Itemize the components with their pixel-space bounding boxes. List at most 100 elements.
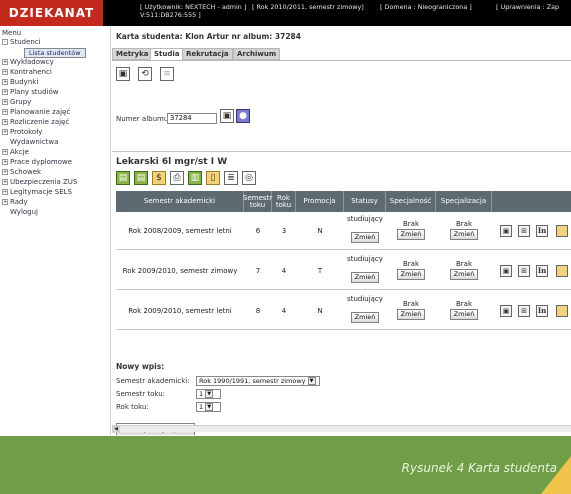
col-promocja[interactable]: Promocja bbox=[296, 191, 344, 212]
sidebar-item-grupy[interactable]: + Grupy bbox=[2, 98, 31, 107]
structure-icon[interactable]: ⊞ bbox=[518, 225, 530, 237]
clipboard-icon[interactable] bbox=[556, 305, 568, 317]
chevron-down-icon[interactable]: ▼ bbox=[307, 377, 316, 385]
col-semestr-akademicki[interactable]: Semestr akademicki bbox=[116, 191, 244, 212]
list-icon[interactable]: ≡ bbox=[160, 67, 174, 81]
clipboard-icon[interactable] bbox=[556, 265, 568, 277]
semestr-akademicki-select[interactable]: Rok 1990/1991, semestr zimowy ▼ bbox=[196, 376, 320, 386]
expand-icon[interactable]: + bbox=[2, 59, 8, 65]
tab-rekrutacja[interactable]: Rekrutacja bbox=[182, 48, 233, 60]
user-card-icon[interactable]: ● bbox=[236, 109, 250, 123]
structure-icon[interactable]: ⊞ bbox=[518, 265, 530, 277]
tab-studia[interactable]: Studia bbox=[150, 48, 184, 60]
sidebar-item-akcje[interactable]: + Akcje bbox=[2, 148, 29, 157]
menu-list-icon[interactable]: ≣ bbox=[224, 171, 238, 185]
sidebar-item-wydawnictwa[interactable]: Wydawnictwa bbox=[10, 138, 58, 147]
info-button[interactable]: In bbox=[536, 265, 548, 277]
refresh-icon[interactable]: ⟲ bbox=[138, 67, 152, 81]
change-status-button[interactable]: Zmień bbox=[350, 272, 380, 283]
sidebar-item-studenci[interactable]: - Studenci bbox=[2, 38, 41, 47]
expand-icon[interactable]: + bbox=[2, 99, 8, 105]
sidebar-item-protokoly[interactable]: + Protokoły bbox=[2, 128, 42, 137]
book-icon[interactable]: ▥ bbox=[188, 171, 202, 185]
sidebar-item-ubezpieczenia-zus[interactable]: + Ubezpieczenia ZUS bbox=[2, 178, 77, 187]
col-rok-toku[interactable]: Rok toku bbox=[272, 191, 296, 212]
expand-icon[interactable]: + bbox=[2, 89, 8, 95]
expand-icon[interactable]: + bbox=[2, 119, 8, 125]
expand-icon[interactable]: + bbox=[2, 79, 8, 85]
change-status-button[interactable]: Zmień bbox=[350, 312, 380, 323]
save-album-icon[interactable]: ▣ bbox=[220, 109, 234, 123]
sidebar-item-lista-studentow[interactable]: Lista studentów bbox=[24, 48, 86, 58]
sidebar-item-schowek[interactable]: + Schowek bbox=[2, 168, 41, 177]
tab-divider bbox=[112, 60, 571, 61]
col-statusy[interactable]: Statusy bbox=[344, 191, 386, 212]
clipboard-icon[interactable]: ▯ bbox=[206, 171, 220, 185]
col-specjalnosc[interactable]: Specjalność bbox=[386, 191, 436, 212]
chevron-down-icon[interactable]: ▼ bbox=[205, 390, 214, 398]
expand-icon[interactable]: + bbox=[2, 69, 8, 75]
export-icon[interactable]: ▤ bbox=[116, 171, 130, 185]
print-icon[interactable]: ⎙ bbox=[170, 171, 184, 185]
sidebar-item-wyloguj[interactable]: Wyloguj bbox=[10, 208, 38, 217]
col-semestr-toku[interactable]: Semestr toku bbox=[243, 191, 272, 212]
period-info: [ Rok 2010/2011, semestr zimowy] bbox=[252, 3, 364, 11]
cell-semestr-toku: 7 bbox=[255, 267, 261, 275]
expand-icon[interactable]: + bbox=[2, 129, 8, 135]
cell-promocja: N bbox=[317, 227, 323, 235]
save-icon[interactable]: ▣ bbox=[116, 67, 130, 81]
semestr-toku-select[interactable]: 1 ▼ bbox=[196, 389, 221, 399]
cell-rok-toku: 4 bbox=[281, 307, 287, 315]
semestr-akademicki-value: Rok 1990/1991, semestr zimowy bbox=[199, 377, 306, 385]
document-icon[interactable]: ▤ bbox=[134, 171, 148, 185]
sidebar-item-rady[interactable]: + Rady bbox=[2, 198, 28, 207]
app-window: DZIEKANAT [ Użytkownik: NEXTECH - admin … bbox=[0, 0, 571, 494]
album-number-input[interactable]: 37284 bbox=[167, 113, 217, 124]
expand-icon[interactable]: + bbox=[2, 159, 8, 165]
sidebar-item-prace-dyplomowe[interactable]: + Prace dyplomowe bbox=[2, 158, 72, 167]
details-icon[interactable]: ▣ bbox=[500, 225, 512, 237]
cell-specjalizacja: Brak bbox=[455, 260, 473, 268]
change-specjalizacja-button[interactable]: Zmień bbox=[449, 229, 479, 240]
expand-icon[interactable]: + bbox=[2, 109, 8, 115]
expand-icon[interactable]: + bbox=[2, 149, 8, 155]
change-specjalnosc-button[interactable]: Zmień bbox=[396, 309, 426, 320]
change-specjalizacja-button[interactable]: Zmień bbox=[449, 269, 479, 280]
horizontal-scrollbar[interactable]: ◀ bbox=[112, 425, 571, 433]
chevron-down-icon[interactable]: ▼ bbox=[205, 403, 214, 411]
collapse-icon[interactable]: - bbox=[2, 39, 8, 45]
info-button[interactable]: In bbox=[536, 225, 548, 237]
expand-icon[interactable]: + bbox=[2, 169, 8, 175]
info-button[interactable]: In bbox=[536, 305, 548, 317]
scroll-left-icon[interactable]: ◀ bbox=[112, 426, 120, 433]
disc-icon[interactable]: ◎ bbox=[242, 171, 256, 185]
clipboard-icon[interactable] bbox=[556, 225, 568, 237]
col-specjalizacja[interactable]: Specjalizacja bbox=[436, 191, 492, 212]
change-specjalizacja-button[interactable]: Zmień bbox=[449, 309, 479, 320]
expand-icon[interactable]: + bbox=[2, 189, 8, 195]
sidebar-item-planowanie-zajec[interactable]: + Planowanie zajęć bbox=[2, 108, 70, 117]
payments-icon[interactable]: $ bbox=[152, 171, 166, 185]
sidebar-item-wykladowcy[interactable]: + Wykładowcy bbox=[2, 58, 54, 67]
cell-status: studiujący bbox=[347, 295, 383, 303]
page-title: Karta studenta: Klon Artur nr album: 372… bbox=[116, 32, 301, 41]
tab-metryka[interactable]: Metryka bbox=[112, 48, 153, 60]
change-specjalnosc-button[interactable]: Zmień bbox=[396, 229, 426, 240]
change-status-button[interactable]: Zmień bbox=[350, 232, 380, 243]
sidebar-item-legitymacje-sels[interactable]: + Legitymacje SELS bbox=[2, 188, 72, 197]
details-icon[interactable]: ▣ bbox=[500, 265, 512, 277]
rok-toku-select[interactable]: 1 ▼ bbox=[196, 402, 221, 412]
sidebar-item-rozliczenie-zajec[interactable]: + Rozliczenie zajęć bbox=[2, 118, 69, 127]
expand-icon[interactable]: + bbox=[2, 179, 8, 185]
expand-icon[interactable]: + bbox=[2, 199, 8, 205]
structure-icon[interactable]: ⊞ bbox=[518, 305, 530, 317]
sidebar-item-budynki[interactable]: + Budynki bbox=[2, 78, 38, 87]
table-header: Semestr akademicki Semestr toku Rok toku… bbox=[116, 191, 571, 212]
change-specjalnosc-button[interactable]: Zmień bbox=[396, 269, 426, 280]
tab-archiwum[interactable]: Archiwum bbox=[233, 48, 281, 60]
sidebar-item-label: Akcje bbox=[10, 148, 29, 156]
sidebar-item-kontrahenci[interactable]: + Kontrahenci bbox=[2, 68, 52, 77]
details-icon[interactable]: ▣ bbox=[500, 305, 512, 317]
app-logo[interactable]: DZIEKANAT bbox=[0, 0, 103, 26]
sidebar-item-plany-studiow[interactable]: + Plany studiów bbox=[2, 88, 58, 97]
